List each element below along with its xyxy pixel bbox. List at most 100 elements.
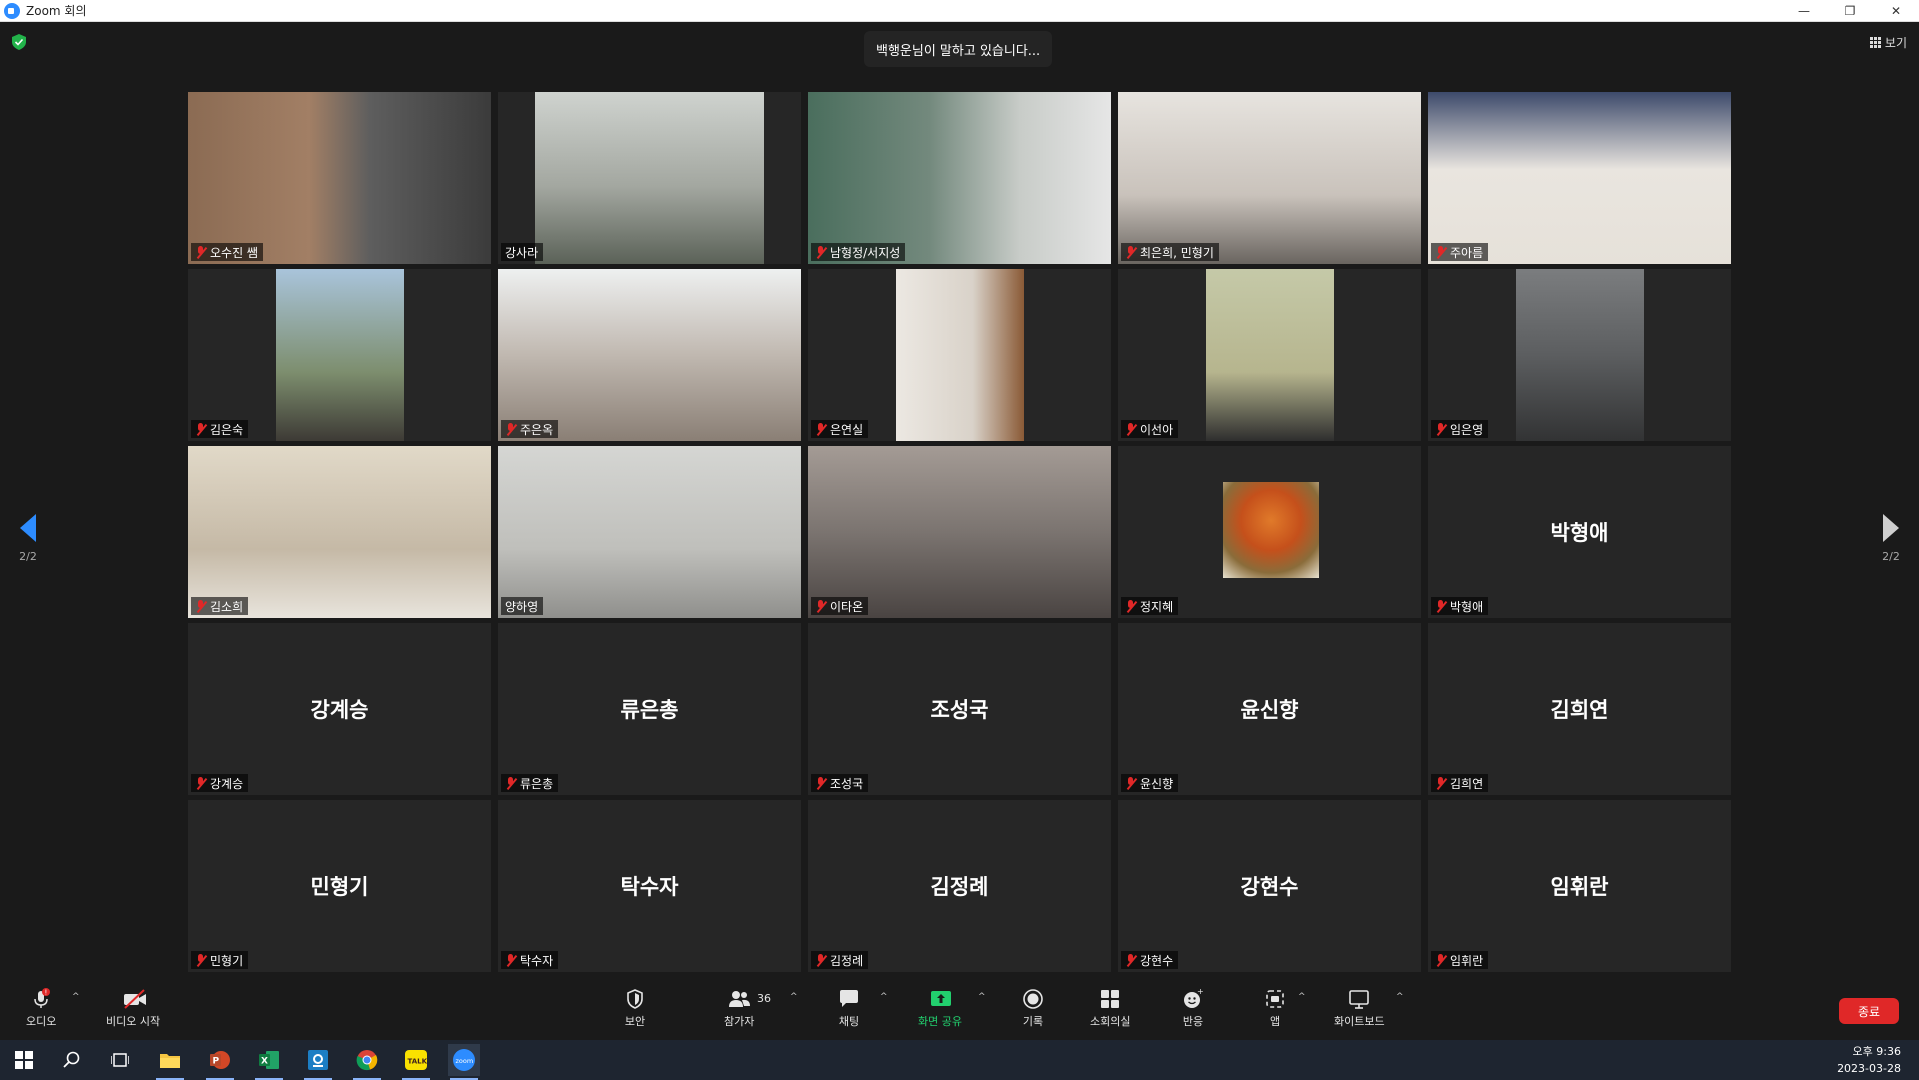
participant-name: 강사라 xyxy=(505,245,539,260)
apps-button[interactable]: 앱 xyxy=(1264,988,1286,1029)
participants-options-caret[interactable]: ^ xyxy=(790,992,798,1002)
participant-name: 김정례 xyxy=(830,953,864,968)
video-tile[interactable]: 조성국 조성국 xyxy=(808,623,1111,795)
kakaotalk-icon[interactable]: TALK xyxy=(400,1044,432,1080)
video-tile[interactable]: 주아름 xyxy=(1428,92,1731,264)
participant-name: 민형기 xyxy=(210,953,244,968)
next-page-button[interactable]: 2/2 xyxy=(1871,514,1911,563)
video-tile[interactable]: 강사라 xyxy=(498,92,801,264)
video-tile[interactable]: 박형애 박형애 xyxy=(1428,446,1731,618)
name-tag: 윤신향 xyxy=(1121,774,1179,792)
prev-page-button[interactable]: 2/2 xyxy=(8,514,48,563)
video-tile[interactable]: 김희연 김희연 xyxy=(1428,623,1731,795)
share-options-caret[interactable]: ^ xyxy=(978,992,986,1002)
reactions-button[interactable]: + 반응 xyxy=(1182,987,1204,1029)
file-explorer-icon[interactable] xyxy=(154,1044,186,1080)
video-button[interactable]: 비디오 시작 xyxy=(106,988,160,1029)
share-screen-icon xyxy=(929,988,951,1010)
video-tile[interactable]: 강계승 강계승 xyxy=(188,623,491,795)
video-tile[interactable]: 윤신향 윤신향 xyxy=(1118,623,1421,795)
excel-icon[interactable]: X xyxy=(253,1044,285,1080)
video-tile[interactable]: 이선아 xyxy=(1118,269,1421,441)
video-tile[interactable]: 오수진 쌤 xyxy=(188,92,491,264)
end-meeting-button[interactable]: 종료 xyxy=(1839,998,1899,1024)
system-clock[interactable]: 오후 9:36 2023-03-28 xyxy=(1837,1043,1901,1077)
video-tile[interactable]: 임은영 xyxy=(1428,269,1731,441)
participant-display-name: 강현수 xyxy=(1240,875,1299,899)
name-tag: 주은옥 xyxy=(501,420,559,438)
participant-video xyxy=(498,446,801,618)
participant-display-name: 김희연 xyxy=(1550,698,1609,722)
window-title: Zoom 회의 xyxy=(26,4,87,18)
whiteboard-options-caret[interactable]: ^ xyxy=(1396,992,1404,1002)
chat-button[interactable]: 채팅 xyxy=(838,988,860,1029)
participant-video xyxy=(808,92,1111,264)
participants-label: 참가자 xyxy=(724,1015,755,1028)
video-tile[interactable]: 양하영 xyxy=(498,446,801,618)
apps-options-caret[interactable]: ^ xyxy=(1298,992,1306,1002)
breakout-rooms-label: 소회의실 xyxy=(1090,1015,1131,1028)
task-view-icon[interactable] xyxy=(104,1044,136,1076)
participants-button[interactable]: 참가자 xyxy=(724,988,754,1029)
audio-options-caret[interactable]: ^ xyxy=(72,992,80,1002)
powerpoint-icon[interactable]: P xyxy=(204,1044,236,1080)
video-tile[interactable]: 이타온 xyxy=(808,446,1111,618)
security-button[interactable]: 보안 xyxy=(624,988,646,1029)
restore-button[interactable]: ❐ xyxy=(1827,0,1873,22)
participant-display-name: 박형애 xyxy=(1550,521,1609,545)
video-tile[interactable]: 탁수자 탁수자 xyxy=(498,800,801,972)
mic-muted-icon xyxy=(1125,246,1137,258)
participant-display-name: 탁수자 xyxy=(620,875,679,899)
name-tag: 조성국 xyxy=(811,774,869,792)
participant-name: 임은영 xyxy=(1450,422,1484,437)
minimize-button[interactable]: — xyxy=(1781,0,1827,22)
video-tile[interactable]: 김소희 xyxy=(188,446,491,618)
name-tag: 김희연 xyxy=(1431,774,1489,792)
video-tile[interactable]: 강현수 강현수 xyxy=(1118,800,1421,972)
participant-name: 이타온 xyxy=(830,599,864,614)
chat-options-caret[interactable]: ^ xyxy=(880,992,888,1002)
chrome-icon[interactable] xyxy=(351,1044,383,1080)
record-label: 기록 xyxy=(1022,1015,1044,1028)
participant-display-name: 임휘란 xyxy=(1550,875,1609,899)
audio-button[interactable]: ! 오디오 xyxy=(26,988,56,1029)
participant-name: 류은총 xyxy=(520,776,554,791)
security-shield-icon xyxy=(624,988,646,1010)
record-icon xyxy=(1022,988,1044,1010)
participant-video xyxy=(1428,92,1731,264)
video-tile[interactable]: 민형기 민형기 xyxy=(188,800,491,972)
breakout-rooms-button[interactable]: 소회의실 xyxy=(1090,988,1130,1029)
video-tile[interactable]: 주은옥 xyxy=(498,269,801,441)
participant-name: 최은희, 민형기 xyxy=(1140,245,1214,260)
video-tile[interactable]: 김정례 김정례 xyxy=(808,800,1111,972)
svg-text:!: ! xyxy=(45,989,48,997)
hancom-app-icon[interactable] xyxy=(302,1044,334,1080)
video-tile[interactable]: 김은숙 xyxy=(188,269,491,441)
mic-muted-icon xyxy=(1435,954,1447,966)
record-button[interactable]: 기록 xyxy=(1022,988,1044,1029)
video-tile[interactable]: 남형정/서지성 xyxy=(808,92,1111,264)
windows-start-icon[interactable] xyxy=(8,1044,40,1076)
title-bar: Zoom 회의 — ❐ ✕ xyxy=(0,0,1919,22)
zoom-taskbar-icon[interactable]: zoom xyxy=(448,1044,480,1080)
participant-display-name: 강계승 xyxy=(310,698,369,722)
video-tile[interactable]: 류은총 류은총 xyxy=(498,623,801,795)
chat-label: 채팅 xyxy=(838,1015,860,1028)
video-tile[interactable]: 정지혜 xyxy=(1118,446,1421,618)
search-icon[interactable] xyxy=(56,1044,88,1076)
name-tag: 민형기 xyxy=(191,951,249,969)
close-button[interactable]: ✕ xyxy=(1873,0,1919,22)
active-speaker-banner: 백행운님이 말하고 있습니다... xyxy=(864,31,1053,67)
name-tag: 이선아 xyxy=(1121,420,1179,438)
participant-name: 이선아 xyxy=(1140,422,1174,437)
page-indicator-left: 2/2 xyxy=(19,550,37,563)
video-tile[interactable]: 최은희, 민형기 xyxy=(1118,92,1421,264)
video-tile[interactable]: 임휘란 임휘란 xyxy=(1428,800,1731,972)
view-button[interactable]: 보기 xyxy=(1869,34,1907,51)
participant-video xyxy=(896,269,1024,441)
encryption-shield-icon[interactable] xyxy=(12,34,28,52)
video-tile[interactable]: 은연실 xyxy=(808,269,1111,441)
share-screen-button[interactable]: 화면 공유 xyxy=(918,988,962,1029)
whiteboard-button[interactable]: 화이트보드 xyxy=(1334,988,1385,1029)
participant-display-name: 김정례 xyxy=(930,875,989,899)
